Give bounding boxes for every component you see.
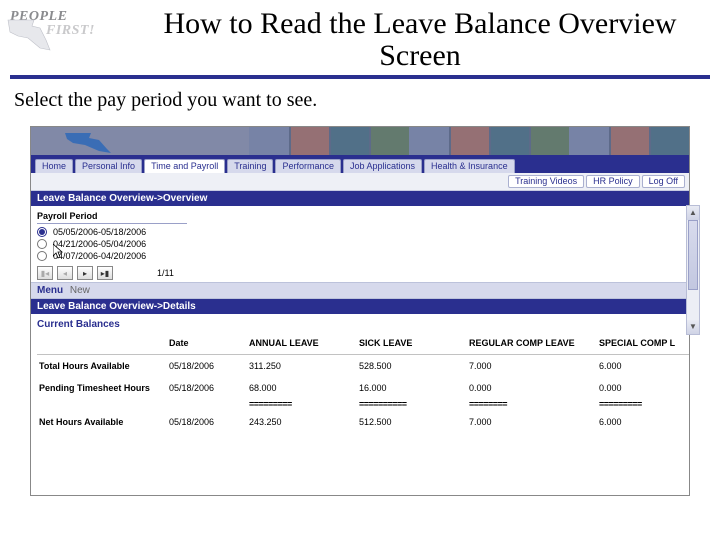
divider-special: ========= bbox=[597, 399, 690, 411]
net-date: 05/18/2006 bbox=[167, 411, 247, 433]
row1-label: Pending Timesheet Hours bbox=[37, 377, 167, 399]
col-date: Date bbox=[167, 332, 247, 355]
scroll-down-icon[interactable]: ▼ bbox=[687, 320, 699, 334]
divider-annual: ========= bbox=[247, 399, 357, 411]
row0-sick: 528.500 bbox=[357, 355, 467, 377]
net-annual: 243.250 bbox=[247, 411, 357, 433]
row0-label: Total Hours Available bbox=[37, 355, 167, 377]
tab-time-and-payroll[interactable]: Time and Payroll bbox=[144, 159, 225, 173]
page-title: How to Read the Leave Balance Overview S… bbox=[130, 8, 710, 71]
nav-tabs: Home Personal Info Time and Payroll Trai… bbox=[31, 155, 689, 173]
current-balances-label: Current Balances bbox=[31, 315, 689, 332]
payroll-period-text-1: 04/21/2006-05/04/2006 bbox=[53, 239, 146, 249]
divider-blank bbox=[37, 399, 167, 411]
section-details-header: Leave Balance Overview->Details bbox=[31, 299, 689, 315]
net-regular: 7.000 bbox=[467, 411, 597, 433]
payroll-period-label: Payroll Period bbox=[37, 211, 187, 224]
tab-health-insurance[interactable]: Health & Insurance bbox=[424, 159, 515, 173]
row1-regular: 0.000 bbox=[467, 377, 597, 399]
florida-shape-icon bbox=[6, 18, 56, 52]
menu-new-link[interactable]: New bbox=[70, 285, 90, 296]
net-special: 6.000 bbox=[597, 411, 690, 433]
payroll-period-text-2: 04/07/2006-04/20/2006 bbox=[53, 251, 146, 261]
row1-special: 0.000 bbox=[597, 377, 690, 399]
payroll-period-option-2[interactable]: 04/07/2006-04/20/2006 bbox=[37, 250, 683, 262]
app-screenshot: Home Personal Info Time and Payroll Trai… bbox=[30, 126, 690, 496]
divider-date bbox=[167, 399, 247, 411]
divider-sick: ========== bbox=[357, 399, 467, 411]
payroll-period-option-0[interactable]: 05/05/2006-05/18/2006 bbox=[37, 226, 683, 238]
training-videos-button[interactable]: Training Videos bbox=[508, 175, 584, 188]
pager: ▮◂ ◂ ▸ ▸▮ 1/11 bbox=[37, 266, 683, 280]
tab-performance[interactable]: Performance bbox=[275, 159, 341, 173]
row0-annual: 311.250 bbox=[247, 355, 357, 377]
col-blank bbox=[37, 332, 167, 355]
row0-date: 05/18/2006 bbox=[167, 355, 247, 377]
col-regular-comp-leave: REGULAR COMP LEAVE bbox=[467, 332, 597, 355]
log-off-button[interactable]: Log Off bbox=[642, 175, 685, 188]
people-first-logo: PEOPLE FIRST! bbox=[10, 8, 130, 38]
pager-next-button[interactable]: ▸ bbox=[77, 266, 93, 280]
header-buttons-bar: Training Videos HR Policy Log Off bbox=[31, 173, 689, 191]
banner-florida-icon bbox=[61, 129, 121, 155]
row1-annual: 68.000 bbox=[247, 377, 357, 399]
pager-first-button[interactable]: ▮◂ bbox=[37, 266, 53, 280]
tab-home[interactable]: Home bbox=[35, 159, 73, 173]
menu-bar: Menu New bbox=[31, 282, 689, 299]
pager-page: 1/11 bbox=[157, 268, 174, 278]
payroll-period-radio-1[interactable] bbox=[37, 239, 47, 249]
col-sick-leave: SICK LEAVE bbox=[357, 332, 467, 355]
payroll-period-option-1[interactable]: 04/21/2006-05/04/2006 bbox=[37, 238, 683, 250]
payroll-period-text-0: 05/05/2006-05/18/2006 bbox=[53, 227, 146, 237]
row1-sick: 16.000 bbox=[357, 377, 467, 399]
divider-regular: ======== bbox=[467, 399, 597, 411]
balances-table: Date ANNUAL LEAVE SICK LEAVE REGULAR COM… bbox=[31, 332, 689, 433]
payroll-period-radio-2[interactable] bbox=[37, 251, 47, 261]
col-special-comp-leave: SPECIAL COMP L bbox=[597, 332, 690, 355]
scroll-up-icon[interactable]: ▲ bbox=[687, 206, 699, 220]
col-annual-leave: ANNUAL LEAVE bbox=[247, 332, 357, 355]
menu-label[interactable]: Menu bbox=[37, 285, 63, 296]
payroll-period-radio-0[interactable] bbox=[37, 227, 47, 237]
hr-policy-button[interactable]: HR Policy bbox=[586, 175, 640, 188]
section-overview-header: Leave Balance Overview->Overview bbox=[31, 191, 689, 207]
tab-personal-info[interactable]: Personal Info bbox=[75, 159, 142, 173]
pager-prev-button[interactable]: ◂ bbox=[57, 266, 73, 280]
banner-decor bbox=[249, 127, 689, 155]
scroll-thumb[interactable] bbox=[688, 220, 698, 290]
row0-regular: 7.000 bbox=[467, 355, 597, 377]
row1-date: 05/18/2006 bbox=[167, 377, 247, 399]
pager-last-button[interactable]: ▸▮ bbox=[97, 266, 113, 280]
overview-scrollbar[interactable]: ▲ ▼ bbox=[686, 205, 700, 335]
net-sick: 512.500 bbox=[357, 411, 467, 433]
tab-job-applications[interactable]: Job Applications bbox=[343, 159, 422, 173]
instruction-text: Select the pay period you want to see. bbox=[14, 89, 708, 112]
logo-line2: FIRST! bbox=[46, 24, 130, 38]
row0-special: 6.000 bbox=[597, 355, 690, 377]
tab-training[interactable]: Training bbox=[227, 159, 273, 173]
net-label: Net Hours Available bbox=[37, 411, 167, 433]
payroll-period-panel: Payroll Period 05/05/2006-05/18/2006 04/… bbox=[31, 207, 689, 280]
title-underline bbox=[10, 75, 710, 79]
app-banner bbox=[31, 127, 689, 155]
